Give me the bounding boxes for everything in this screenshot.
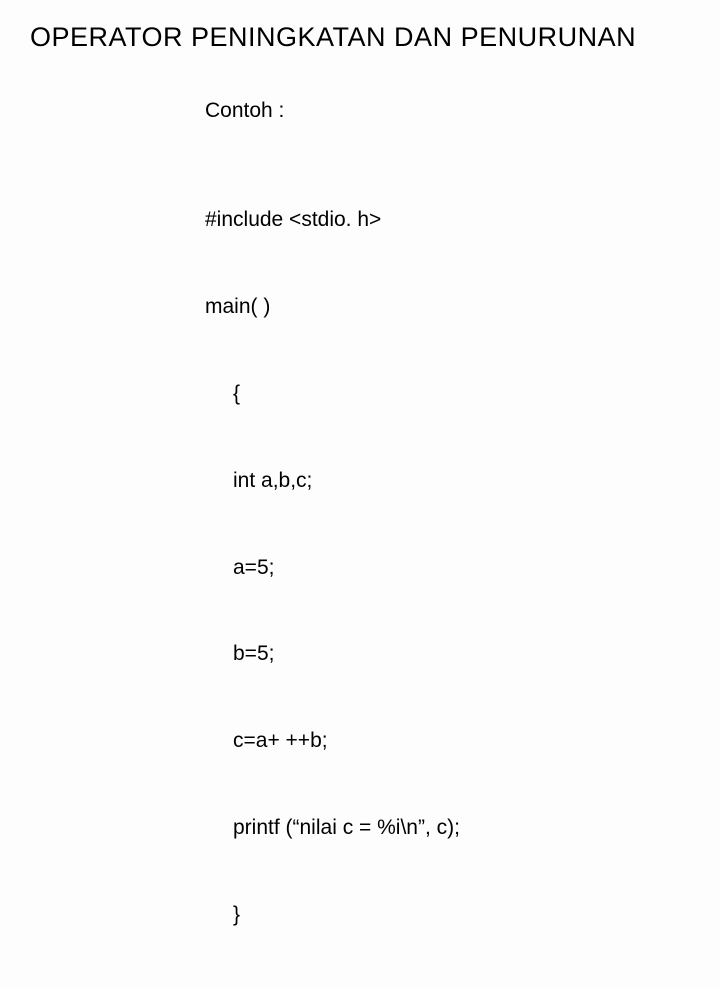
example-label: Contoh :: [205, 97, 720, 126]
code-line: }: [233, 901, 720, 930]
code-line: #include <stdio. h>: [205, 206, 720, 235]
slide: OPERATOR PENINGKATAN DAN PENURUNAN Conto…: [0, 0, 720, 540]
code-line: main( ): [205, 293, 720, 322]
code-line: {: [233, 380, 720, 409]
slide-title: OPERATOR PENINGKATAN DAN PENURUNAN: [30, 22, 720, 53]
slide-body: Contoh : #include <stdio. h> main( ) { i…: [205, 97, 720, 988]
code-line: printf (“nilai c = %i\n”, c);: [233, 814, 720, 843]
code-line: a=5;: [233, 554, 720, 583]
code-line: b=5;: [233, 640, 720, 669]
code-line: c=a+ ++b;: [233, 727, 720, 756]
code-block: #include <stdio. h> main( ) { int a,b,c;…: [205, 148, 720, 988]
code-line: int a,b,c;: [233, 467, 720, 496]
